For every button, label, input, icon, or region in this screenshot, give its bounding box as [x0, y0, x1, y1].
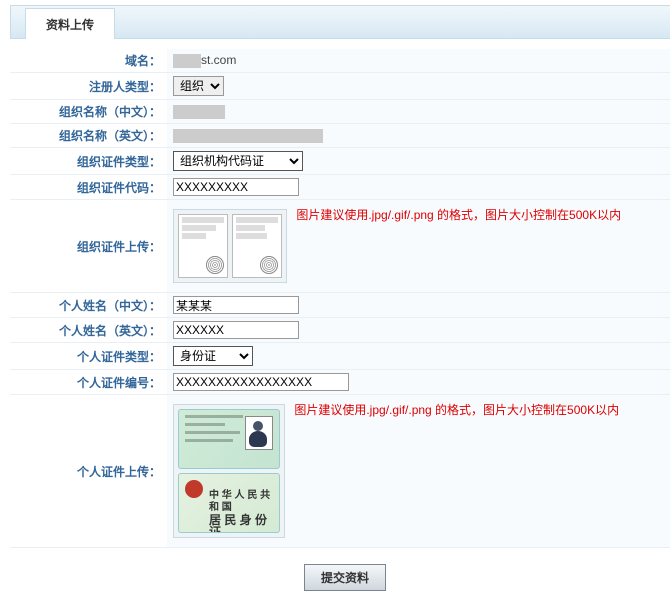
label-person-name-en: 个人姓名（英文）：: [10, 318, 167, 343]
id-back: 中 华 人 民 共 和 国 居 民 身 份 证: [178, 473, 280, 533]
reg-type-select[interactable]: 组织: [173, 76, 224, 96]
label-org-name-cn: 组织名称（中文）：: [10, 100, 167, 124]
label-org-cert-type: 组织证件类型：: [10, 148, 167, 175]
org-cert-preview[interactable]: [173, 209, 287, 283]
person-name-en-input[interactable]: [173, 321, 299, 339]
person-name-cn-input[interactable]: [173, 296, 299, 314]
person-cert-preview[interactable]: 中 华 人 民 共 和 国 居 民 身 份 证: [173, 404, 285, 538]
org-cert-type-select[interactable]: 组织机构代码证: [173, 151, 303, 171]
org-cert-code-input[interactable]: [173, 178, 299, 196]
form-table: 域名： st.com 注册人类型： 组织 组织名称（中文）： 组织名称（英文）：…: [10, 49, 670, 548]
label-org-name-en: 组织名称（英文）：: [10, 124, 167, 148]
org-name-cn-masked: [173, 105, 225, 119]
label-domain: 域名：: [10, 49, 167, 73]
org-cert-page-1: [178, 214, 228, 278]
label-person-cert-no: 个人证件编号：: [10, 370, 167, 395]
id-back-line1: 中 华 人 民 共 和 国: [209, 490, 279, 514]
label-org-cert-upload: 组织证件上传：: [10, 200, 167, 293]
label-person-cert-type: 个人证件类型：: [10, 343, 167, 370]
tab-upload[interactable]: 资料上传: [25, 8, 115, 39]
label-org-cert-code: 组织证件代码：: [10, 175, 167, 200]
org-cert-page-2: [232, 214, 282, 278]
label-reg-type: 注册人类型：: [10, 73, 167, 100]
label-person-name-cn: 个人姓名（中文）：: [10, 293, 167, 318]
person-cert-no-input[interactable]: [173, 373, 349, 391]
org-upload-hint: 图片建议使用.jpg/.gif/.png 的格式，图片大小控制在500K以内: [296, 208, 621, 222]
id-front: [178, 409, 280, 469]
id-back-line2: 居 民 身 份 证: [209, 514, 279, 533]
person-upload-hint: 图片建议使用.jpg/.gif/.png 的格式，图片大小控制在500K以内: [294, 403, 619, 417]
domain-masked: [173, 54, 201, 68]
org-name-en-masked: [173, 129, 323, 143]
label-person-cert-upload: 个人证件上传：: [10, 395, 167, 548]
tab-bar: 资料上传: [10, 5, 670, 39]
submit-button[interactable]: 提交资料: [304, 564, 386, 591]
person-cert-type-select[interactable]: 身份证: [173, 346, 253, 366]
domain-value: st.com: [201, 53, 236, 67]
